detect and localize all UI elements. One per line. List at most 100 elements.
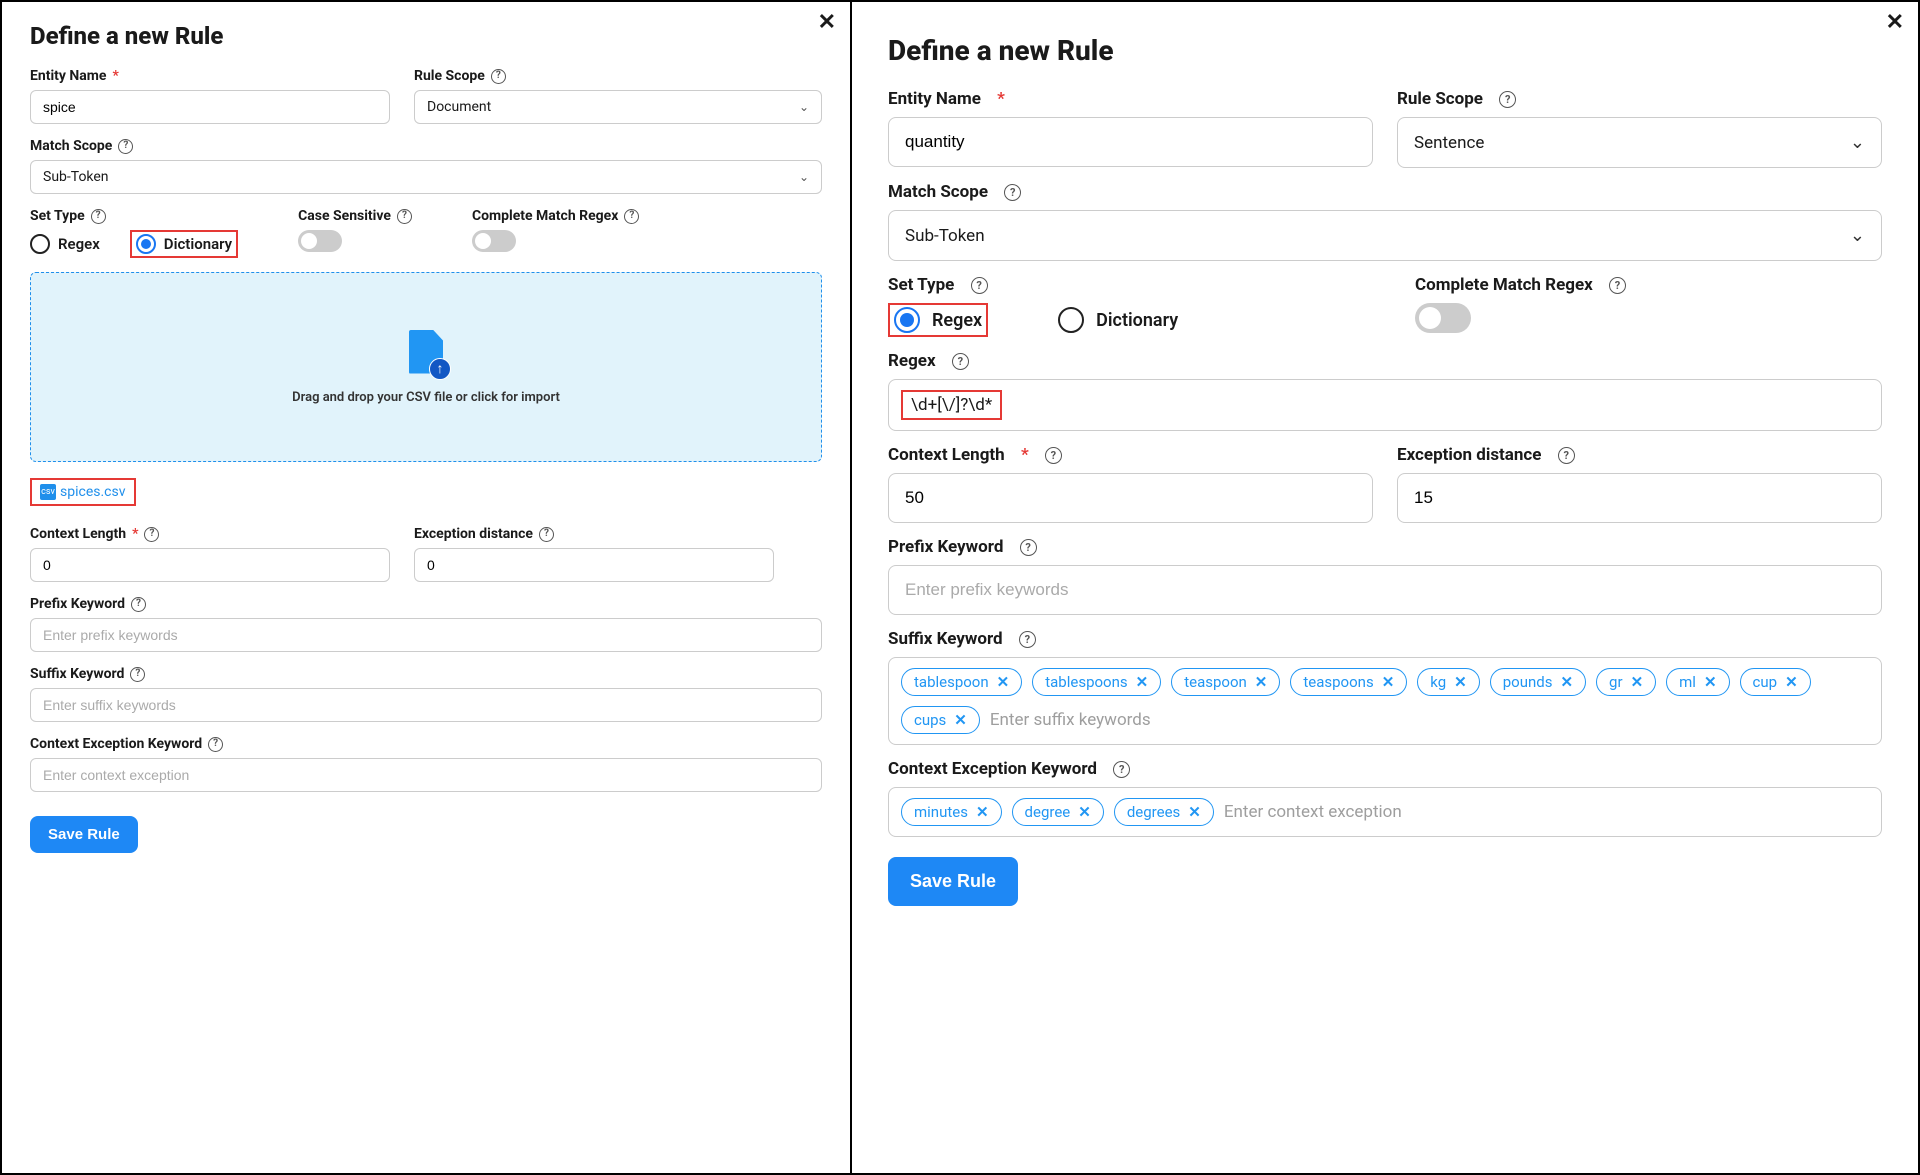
- save-rule-button[interactable]: Save Rule: [888, 857, 1018, 906]
- match-scope-label: Match Scope?: [30, 138, 822, 154]
- help-icon[interactable]: ?: [1004, 184, 1021, 201]
- help-icon[interactable]: ?: [1020, 539, 1037, 556]
- remove-tag-icon[interactable]: ✕: [1785, 673, 1798, 691]
- keyword-tag[interactable]: minutes ✕: [901, 798, 1002, 826]
- remove-tag-icon[interactable]: ✕: [1255, 673, 1268, 691]
- entity-name-label: Entity Name *: [888, 89, 1373, 109]
- help-icon[interactable]: ?: [952, 353, 969, 370]
- csv-dropzone[interactable]: ↑ Drag and drop your CSV file or click f…: [30, 272, 822, 462]
- chevron-down-icon: ⌄: [799, 100, 809, 114]
- help-icon[interactable]: ?: [539, 527, 554, 542]
- complete-match-toggle[interactable]: [1415, 303, 1471, 333]
- save-rule-button[interactable]: Save Rule: [30, 816, 138, 853]
- help-icon[interactable]: ?: [91, 209, 106, 224]
- close-icon[interactable]: ✕: [818, 12, 836, 34]
- radio-dictionary[interactable]: Dictionary: [1058, 307, 1178, 333]
- help-icon[interactable]: ?: [1045, 447, 1062, 464]
- context-length-label: Context Length*?: [30, 526, 390, 542]
- keyword-tag[interactable]: degrees ✕: [1114, 798, 1214, 826]
- keyword-tag[interactable]: teaspoon ✕: [1171, 668, 1280, 696]
- keyword-tag[interactable]: ml ✕: [1666, 668, 1729, 696]
- exception-distance-input[interactable]: [1397, 473, 1882, 523]
- remove-tag-icon[interactable]: ✕: [1078, 803, 1091, 821]
- help-icon[interactable]: ?: [491, 69, 506, 84]
- regex-value[interactable]: \d+[\/]?\d*: [911, 395, 992, 415]
- uploaded-file-link[interactable]: csv spices.csv: [40, 484, 126, 500]
- suffix-keyword-tags[interactable]: tablespoon ✕ tablespoons ✕ teaspoon ✕ teasp…: [888, 657, 1882, 745]
- remove-tag-icon[interactable]: ✕: [1382, 673, 1395, 691]
- regex-label: Regex ?: [888, 351, 1882, 371]
- remove-tag-icon[interactable]: ✕: [1188, 803, 1201, 821]
- help-icon[interactable]: ?: [1019, 631, 1036, 648]
- exception-distance-input[interactable]: [414, 548, 774, 582]
- rule-scope-select[interactable]: Sentence⌄: [1397, 117, 1882, 168]
- entity-name-input[interactable]: [30, 90, 390, 124]
- help-icon[interactable]: ?: [624, 209, 639, 224]
- remove-tag-icon[interactable]: ✕: [954, 711, 967, 729]
- keyword-tag[interactable]: degree ✕: [1012, 798, 1104, 826]
- help-icon[interactable]: ?: [1113, 761, 1130, 778]
- complete-match-label: Complete Match Regex ?: [1415, 275, 1882, 295]
- help-icon[interactable]: ?: [130, 667, 145, 682]
- match-scope-select[interactable]: Sub-Token⌄: [888, 210, 1882, 261]
- case-sensitive-toggle[interactable]: [298, 230, 342, 252]
- csv-file-icon: csv: [40, 484, 56, 500]
- remove-tag-icon[interactable]: ✕: [1136, 673, 1149, 691]
- keyword-tag[interactable]: teaspoons ✕: [1290, 668, 1407, 696]
- help-icon[interactable]: ?: [397, 209, 412, 224]
- help-icon[interactable]: ?: [131, 597, 146, 612]
- remove-tag-icon[interactable]: ✕: [997, 673, 1010, 691]
- context-length-input[interactable]: [888, 473, 1373, 523]
- prefix-keyword-input[interactable]: [888, 565, 1882, 615]
- remove-tag-icon[interactable]: ✕: [1631, 673, 1644, 691]
- remove-tag-icon[interactable]: ✕: [976, 803, 989, 821]
- suffix-keyword-input[interactable]: [30, 688, 822, 722]
- close-icon[interactable]: ✕: [1886, 12, 1904, 34]
- help-icon[interactable]: ?: [144, 527, 159, 542]
- context-exception-tags[interactable]: minutes ✕ degree ✕ degrees ✕ Enter context …: [888, 787, 1882, 837]
- remove-tag-icon[interactable]: ✕: [1704, 673, 1717, 691]
- keyword-tag[interactable]: tablespoon ✕: [901, 668, 1022, 696]
- entity-name-input[interactable]: [888, 117, 1373, 167]
- context-length-label: Context Length * ?: [888, 445, 1373, 465]
- context-exception-input[interactable]: [30, 758, 822, 792]
- exception-distance-label: Exception distance ?: [1397, 445, 1882, 465]
- keyword-tag[interactable]: cup ✕: [1740, 668, 1811, 696]
- match-scope-label: Match Scope ?: [888, 182, 1882, 202]
- rule-scope-select[interactable]: Document⌄: [414, 90, 822, 124]
- prefix-keyword-input[interactable]: [30, 618, 822, 652]
- dropzone-text: Drag and drop your CSV file or click for…: [292, 390, 560, 405]
- context-exception-placeholder: Enter context exception: [1224, 802, 1402, 822]
- exception-distance-label: Exception distance?: [414, 526, 774, 542]
- match-scope-select[interactable]: Sub-Token⌄: [30, 160, 822, 194]
- remove-tag-icon[interactable]: ✕: [1560, 673, 1573, 691]
- suffix-placeholder: Enter suffix keywords: [990, 710, 1151, 730]
- prefix-keyword-label: Prefix Keyword?: [30, 596, 822, 612]
- help-icon[interactable]: ?: [208, 737, 223, 752]
- help-icon[interactable]: ?: [971, 277, 988, 294]
- context-exception-label: Context Exception Keyword?: [30, 736, 822, 752]
- radio-regex[interactable]: Regex: [894, 307, 982, 333]
- keyword-tag[interactable]: cups ✕: [901, 706, 980, 734]
- radio-regex[interactable]: Regex: [30, 234, 100, 254]
- keyword-tag[interactable]: pounds ✕: [1490, 668, 1586, 696]
- keyword-tag[interactable]: tablespoons ✕: [1032, 668, 1161, 696]
- help-icon[interactable]: ?: [1499, 91, 1516, 108]
- context-length-input[interactable]: [30, 548, 390, 582]
- radio-dictionary[interactable]: Dictionary: [136, 234, 232, 254]
- dialog-title: Define a new Rule: [30, 22, 822, 50]
- rule-dialog-dictionary: ✕ Define a new Rule Entity Name* Rule Sc…: [2, 2, 852, 1173]
- entity-name-label: Entity Name*: [30, 68, 390, 84]
- help-icon[interactable]: ?: [1558, 447, 1575, 464]
- keyword-tag[interactable]: kg ✕: [1417, 668, 1479, 696]
- remove-tag-icon[interactable]: ✕: [1454, 673, 1467, 691]
- rule-scope-label: Rule Scope?: [414, 68, 822, 84]
- keyword-tag[interactable]: gr ✕: [1596, 668, 1656, 696]
- suffix-keyword-label: Suffix Keyword ?: [888, 629, 1882, 649]
- upload-icon: ↑: [429, 358, 451, 380]
- complete-match-toggle[interactable]: [472, 230, 516, 252]
- help-icon[interactable]: ?: [1609, 277, 1626, 294]
- help-icon[interactable]: ?: [118, 139, 133, 154]
- chevron-down-icon: ⌄: [799, 170, 809, 184]
- chevron-down-icon: ⌄: [1850, 132, 1865, 153]
